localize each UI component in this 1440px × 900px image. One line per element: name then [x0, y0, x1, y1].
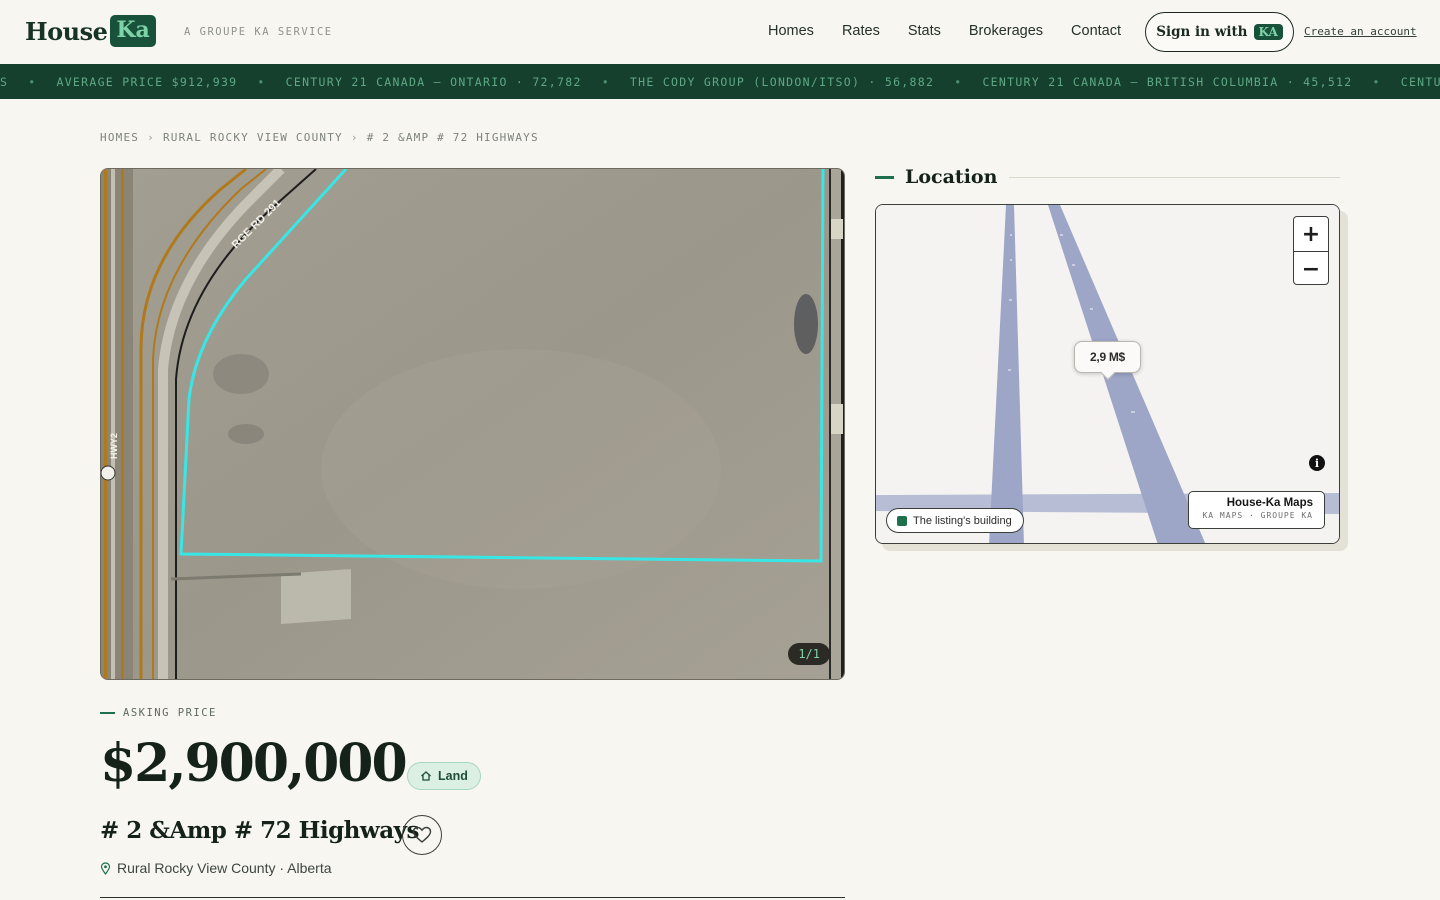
accent-bar: [875, 175, 894, 179]
sign-in-button[interactable]: Sign in with KA: [1145, 12, 1294, 52]
nav-stats[interactable]: Stats: [908, 23, 941, 39]
nav-homes[interactable]: Homes: [768, 23, 814, 39]
asking-price-label: ASKING PRICE: [100, 707, 217, 719]
heart-icon: [412, 826, 432, 843]
breadcrumb: HOMES › RURAL ROCKY VIEW COUNTY › # 2 &A…: [100, 131, 539, 144]
ticker-item: CENTUR: [1400, 75, 1440, 89]
ticker-separator: •: [257, 75, 266, 89]
ticker-item: THE CODY GROUP (LONDON/ITSO) · 56,882: [629, 75, 935, 89]
attribution-subtitle: KA MAPS · GROUPE KA: [1202, 511, 1313, 520]
logo[interactable]: House Ka: [25, 15, 156, 47]
ticker-separator: •: [601, 75, 610, 89]
ticker-item: S: [0, 75, 9, 89]
accent-bar: [100, 712, 115, 714]
map-legend: The listing's building: [886, 508, 1024, 533]
section-divider: [100, 897, 845, 898]
zoom-out-button[interactable]: −: [1294, 252, 1328, 286]
listing-photo[interactable]: RGE RD 291 HWY2 1/1: [100, 168, 845, 680]
logo-word: House: [25, 16, 108, 46]
nav-brokerages[interactable]: Brokerages: [969, 23, 1043, 39]
location-text: Rural Rocky View County · Alberta: [117, 860, 332, 876]
ticker-item: CENTURY 21 CANADA – BRITISH COLUMBIA · 4…: [982, 75, 1353, 89]
photo-counter: 1/1: [788, 643, 830, 665]
nav-rates[interactable]: Rates: [842, 23, 880, 39]
ticker-separator: •: [28, 75, 37, 89]
breadcrumb-current: # 2 &AMP # 72 HIGHWAYS: [366, 131, 539, 144]
map-pin-icon: [100, 861, 111, 875]
info-icon[interactable]: i: [1309, 455, 1325, 471]
tagline: A GROUPE KA SERVICE: [184, 26, 333, 38]
listing-price: $2,900,000: [100, 733, 408, 794]
ticker-item: AVERAGE PRICE $912,939: [56, 75, 238, 89]
zoom-control: + −: [1293, 216, 1329, 285]
sign-in-label: Sign in with: [1156, 24, 1248, 40]
main-nav: Homes Rates Stats Brokerages Contact: [768, 23, 1149, 39]
highway-label: HWY2: [109, 433, 119, 459]
breadcrumb-separator: ›: [147, 131, 155, 144]
home-icon: [421, 771, 431, 781]
ticker-separator: •: [954, 75, 963, 89]
asking-price-text: ASKING PRICE: [123, 707, 217, 719]
property-type-label: Land: [438, 769, 468, 783]
heading-rule: [1009, 176, 1340, 178]
location-heading: Location: [875, 166, 1340, 188]
sign-in-badge: KA: [1253, 24, 1283, 40]
stats-ticker: S • AVERAGE PRICE $912,939 • CENTURY 21 CANA…: [0, 64, 1440, 99]
location-map[interactable]: 2,9 M$ + − i The listing's building Hous…: [875, 204, 1340, 544]
listing-address: # 2 &Amp # 72 Highways: [100, 817, 419, 844]
favorite-button[interactable]: [402, 815, 442, 855]
map-attribution: House-Ka Maps KA MAPS · GROUPE KA: [1188, 491, 1325, 529]
property-type-badge: Land: [407, 762, 481, 790]
create-account-link[interactable]: Create an account: [1304, 25, 1417, 38]
ticker-item: CENTURY 21 CANADA – ONTARIO · 72,782: [285, 75, 582, 89]
zoom-in-button[interactable]: +: [1294, 217, 1328, 251]
nav-contact[interactable]: Contact: [1071, 23, 1121, 39]
attribution-title: House-Ka Maps: [1226, 497, 1313, 509]
legend-label: The listing's building: [913, 514, 1012, 527]
logo-badge: Ka: [110, 15, 156, 47]
legend-swatch: [897, 515, 907, 526]
ticker-track: S • AVERAGE PRICE $912,939 • CENTURY 21 CANA…: [0, 75, 1440, 89]
breadcrumb-county[interactable]: RURAL ROCKY VIEW COUNTY: [163, 131, 343, 144]
ticker-separator: •: [1372, 75, 1381, 89]
site-header: House Ka A GROUPE KA SERVICE Homes Rates…: [0, 0, 1440, 64]
breadcrumb-homes[interactable]: HOMES: [100, 131, 139, 144]
price-pin[interactable]: 2,9 M$: [1074, 341, 1141, 373]
breadcrumb-separator: ›: [350, 131, 359, 144]
aerial-parcel-image: RGE RD 291 HWY2: [101, 169, 844, 679]
location-title: Location: [905, 166, 998, 188]
listing-location: Rural Rocky View County · Alberta: [100, 860, 332, 876]
